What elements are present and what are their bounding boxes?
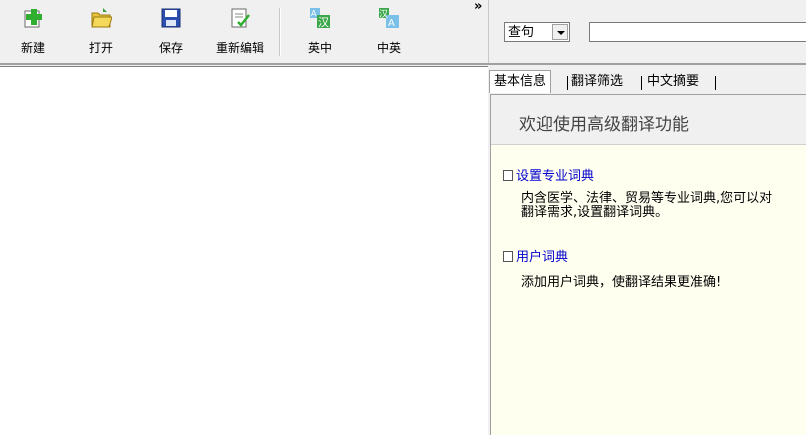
zh-en-label: 中英: [376, 41, 401, 55]
document-icon: [503, 170, 513, 181]
tab-basic-info[interactable]: 基本信息: [489, 70, 552, 93]
svg-text:A: A: [311, 9, 317, 18]
query-mode-select[interactable]: 查句: [504, 22, 570, 42]
user-dictionary-link[interactable]: 用户词典: [503, 246, 568, 265]
re-edit-icon: [231, 8, 250, 28]
new-doc-plus-icon: [24, 9, 42, 28]
toolbar-separator: [279, 8, 281, 56]
save-label: 保存: [158, 41, 183, 55]
svg-text:汉: 汉: [318, 16, 329, 29]
re-edit-button[interactable]: 重新编辑: [212, 4, 268, 60]
toolbar-divider: [0, 63, 806, 65]
save-floppy-icon: [161, 8, 181, 28]
zh-to-en-icon: 汉 A: [379, 8, 399, 29]
en-to-zh-icon: A 汉: [310, 8, 330, 29]
svg-text:A: A: [388, 18, 395, 29]
open-button[interactable]: 打开: [73, 4, 129, 60]
panel-tabs: 基本信息 翻译筛选 中文摘要: [489, 70, 806, 94]
info-panel: 基本信息 翻译筛选 中文摘要 欢迎使用高级翻译功能 设置专业词典 内含医学、法律…: [489, 66, 806, 435]
toolbar-overflow-chevron-icon[interactable]: »: [474, 0, 482, 14]
user-dictionary-desc: 添加用户词典，使翻译结果更准确!: [521, 275, 722, 290]
tab-translation-filter[interactable]: 翻译筛选: [571, 72, 623, 92]
welcome-title: 欢迎使用高级翻译功能: [519, 115, 689, 135]
source-text-editor[interactable]: [0, 66, 488, 435]
svg-text:汉: 汉: [379, 9, 388, 20]
chevron-down-icon[interactable]: [552, 24, 568, 40]
zh-en-button[interactable]: 汉 A 中英: [361, 4, 417, 60]
save-button[interactable]: 保存: [143, 4, 199, 60]
basic-info-content: 欢迎使用高级翻译功能 设置专业词典 内含医学、法律、贸易等专业词典,您可以对 翻…: [490, 94, 806, 435]
user-dictionary-title: 用户词典: [516, 250, 569, 265]
query-bar: 查句: [488, 0, 806, 63]
open-folder-icon: [91, 8, 112, 28]
professional-dictionary-link[interactable]: 设置专业词典: [503, 165, 594, 184]
tab-chinese-summary[interactable]: 中文摘要: [647, 72, 699, 92]
welcome-banner: 欢迎使用高级翻译功能: [491, 95, 806, 145]
re-edit-label: 重新编辑: [215, 41, 264, 55]
professional-dictionary-title: 设置专业词典: [516, 169, 595, 184]
query-mode-value: 查句: [508, 25, 535, 40]
en-zh-button[interactable]: A 汉 英中: [292, 4, 348, 60]
new-label: 新建: [20, 41, 45, 55]
query-input[interactable]: [589, 22, 806, 42]
toolbar: 新建 打开 保存 重新编辑 A 汉 英中 汉 A 中英 »: [0, 0, 487, 63]
new-button[interactable]: 新建: [5, 4, 61, 60]
tab-divider: [567, 76, 568, 90]
tab-divider: [641, 76, 642, 90]
open-label: 打开: [88, 41, 113, 55]
professional-dictionary-desc-line2: 翻译需求,设置翻译词典。: [521, 205, 669, 220]
tab-divider: [715, 76, 716, 90]
book-icon: [503, 251, 513, 262]
en-zh-label: 英中: [307, 41, 332, 55]
professional-dictionary-desc-line1: 内含医学、法律、贸易等专业词典,您可以对: [521, 191, 773, 206]
